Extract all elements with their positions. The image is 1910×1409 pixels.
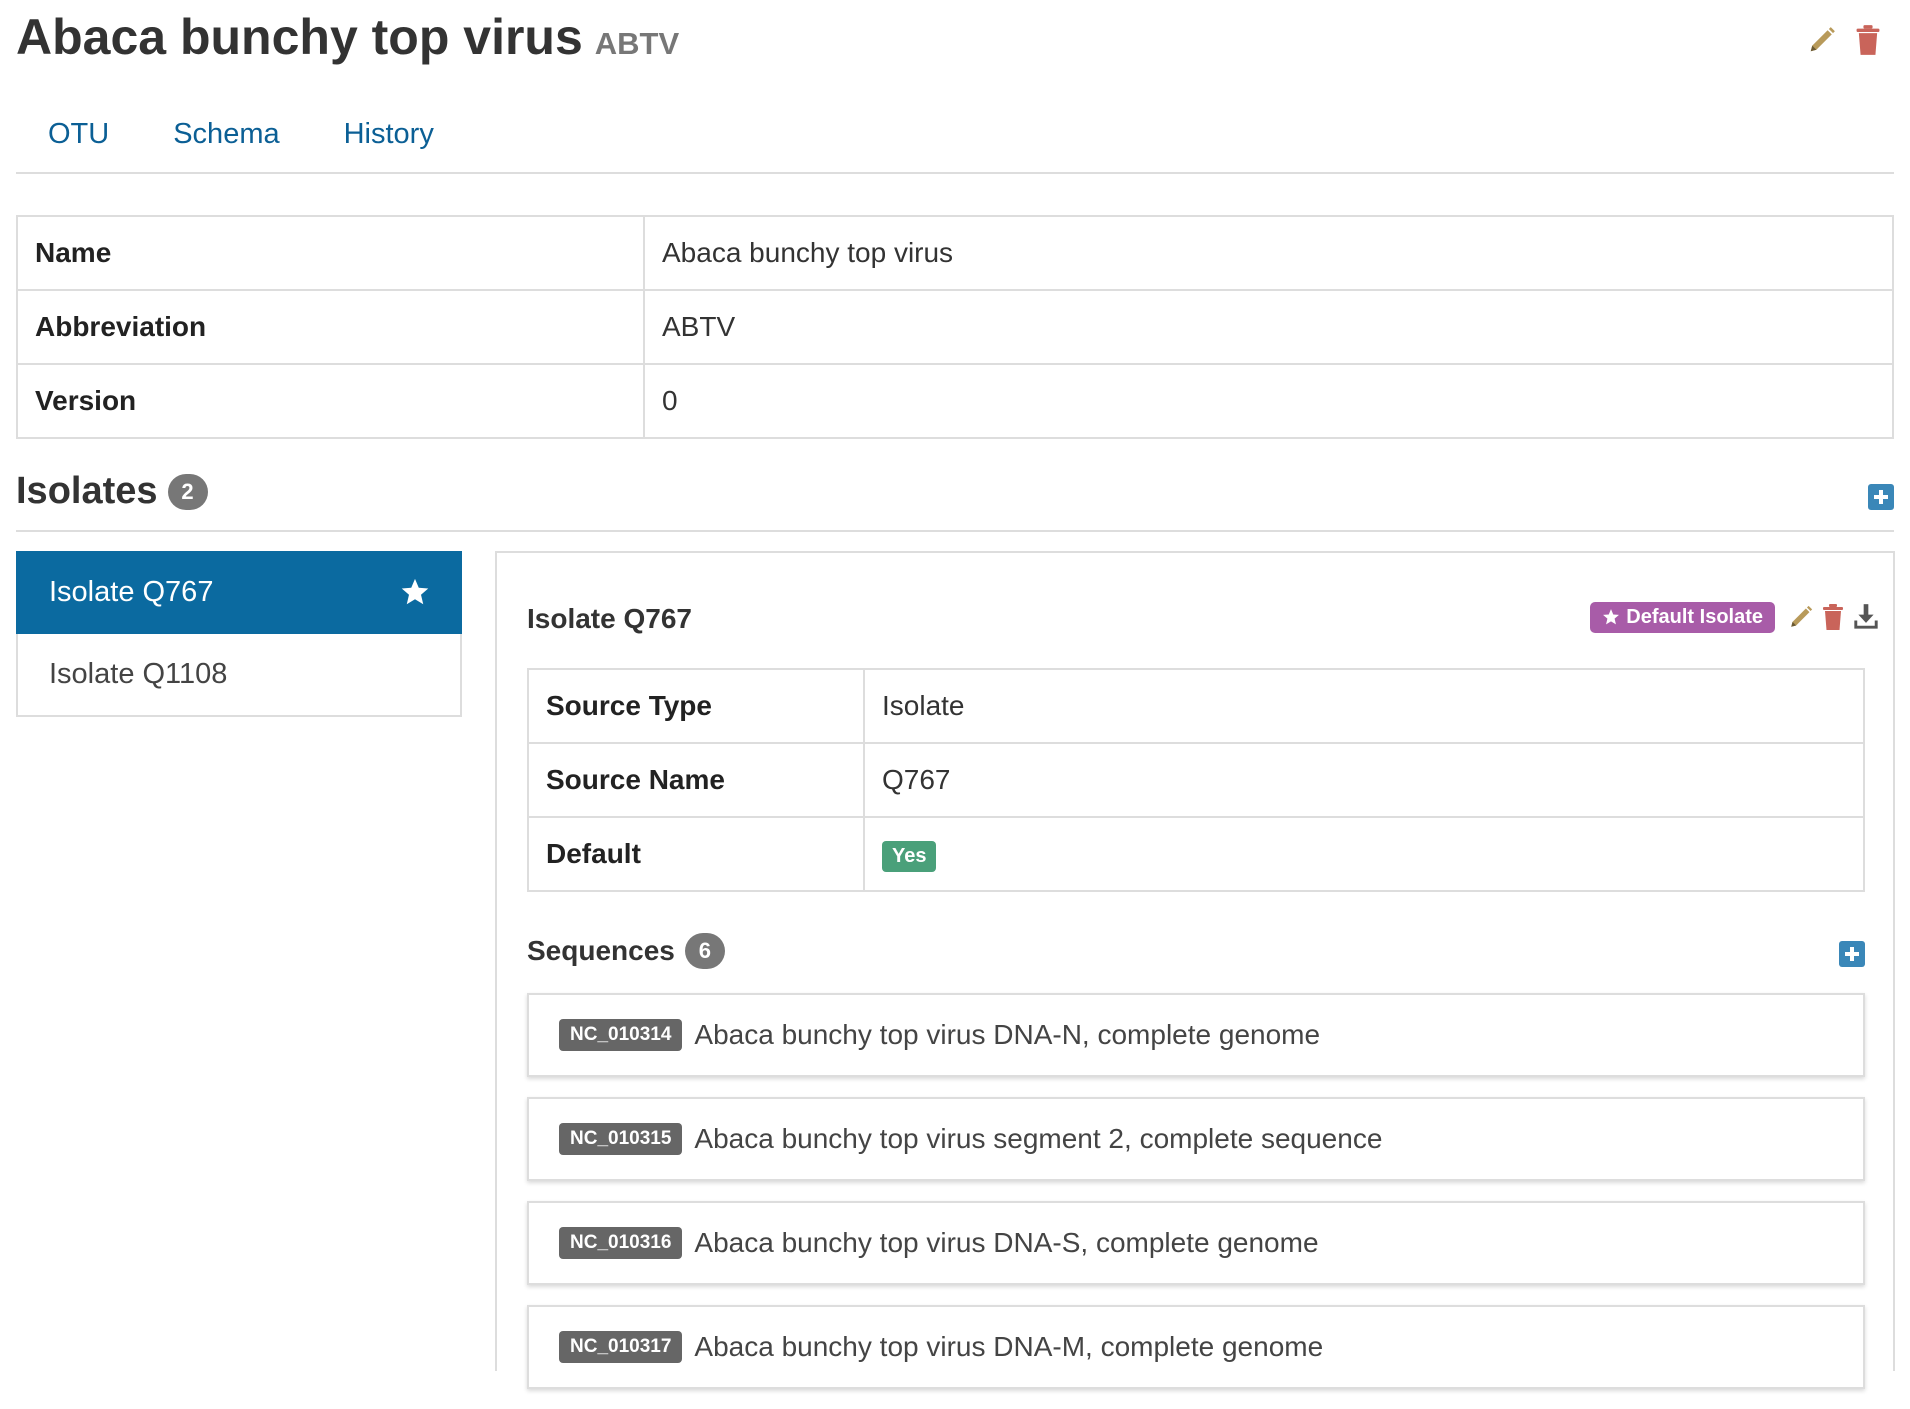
sequence-item[interactable]: NC_010315 Abaca bunchy top virus segment… [527,1097,1865,1181]
isolate-item-q1108[interactable]: Isolate Q1108 [16,634,462,717]
source-name-value: Q767 [863,742,1865,818]
trash-icon[interactable] [1819,601,1847,633]
sequences-count-badge: 6 [684,933,725,969]
abbreviation-value: ABTV [643,289,1894,365]
tab-history[interactable]: History [312,110,466,172]
isolates-title-text: Isolates [16,470,158,512]
sequence-definition: Abaca bunchy top virus segment 2, comple… [694,1123,1383,1154]
source-name-key: Source Name [527,742,865,818]
source-type-value: Isolate [863,668,1865,744]
star-icon [1603,609,1620,625]
version-key: Version [16,363,645,439]
sequence-item[interactable]: NC_010316 Abaca bunchy top virus DNA-S, … [527,1201,1865,1285]
isolate-item-label: Isolate Q767 [49,576,214,608]
default-yes-badge: Yes [882,840,937,872]
sequences-header: Sequences 6 [527,933,1865,973]
abbreviation-key: Abbreviation [16,289,645,365]
pencil-icon[interactable] [1787,601,1815,633]
sequences-title-text: Sequences [527,935,675,966]
table-row: Name Abaca bunchy top virus [16,215,1894,291]
isolates-header: Isolates 2 [16,470,1894,532]
add-isolate-plus-square-icon[interactable] [1868,484,1894,510]
download-icon[interactable] [1851,601,1881,633]
star-icon [400,577,430,615]
sequence-list: NC_010314 Abaca bunchy top virus DNA-N, … [527,993,1865,1409]
sequence-item[interactable]: NC_010314 Abaca bunchy top virus DNA-N, … [527,993,1865,1077]
isolates-count-badge: 2 [167,473,208,510]
isolate-detail-panel: Isolate Q767 Default Isolate Source Type… [495,551,1895,1389]
accession-badge: NC_010316 [559,1227,683,1259]
header-actions [1804,22,1886,58]
default-isolate-label: Default Isolate [1590,601,1775,633]
isolate-info-table: Source Type Isolate Source Name Q767 Def… [527,668,1865,892]
isolate-item-q767[interactable]: Isolate Q767 [16,551,462,634]
accession-badge: NC_010315 [559,1123,683,1155]
sequence-definition: Abaca bunchy top virus DNA-N, complete g… [694,1019,1321,1050]
trash-icon[interactable] [1850,22,1886,58]
sequence-item[interactable]: NC_010317 Abaca bunchy top virus DNA-M, … [527,1305,1865,1389]
accession-badge: NC_010314 [559,1019,683,1051]
page-title: Abaca bunchy top virus [16,9,583,65]
isolate-item-label: Isolate Q1108 [49,658,228,690]
sequence-definition: Abaca bunchy top virus DNA-M, complete g… [694,1331,1324,1362]
table-row: Source Type Isolate [527,668,1865,744]
isolates-title: Isolates 2 [16,470,208,513]
table-row: Source Name Q767 [527,742,1865,818]
name-value: Abaca bunchy top virus [643,215,1894,291]
isolate-actions: Default Isolate [1590,601,1881,633]
sequence-definition: Abaca bunchy top virus DNA-S, complete g… [694,1227,1319,1258]
otu-abbreviation: ABTV [594,26,680,61]
page-header: Abaca bunchy top virus ABTV [16,8,679,66]
default-key: Default [527,816,865,892]
sequences-title: Sequences 6 [527,933,725,969]
table-row: Default Yes [527,816,1865,892]
isolate-list: Isolate Q767 Isolate Q1108 [16,551,462,717]
add-sequence-plus-square-icon[interactable] [1839,941,1865,967]
accession-badge: NC_010317 [559,1331,683,1363]
isolate-detail-title: Isolate Q767 [527,603,692,634]
otu-detail-page: Abaca bunchy top virus ABTV OTU Schema H… [0,0,1910,1389]
tab-schema[interactable]: Schema [141,110,311,172]
tab-otu[interactable]: OTU [16,110,141,172]
tab-bar: OTU Schema History [16,110,1894,174]
default-value: Yes [863,816,1865,892]
version-value: 0 [643,363,1894,439]
source-type-key: Source Type [527,668,865,744]
table-row: Version 0 [16,363,1894,439]
default-isolate-label-text: Default Isolate [1626,605,1763,628]
otu-info-table: Name Abaca bunchy top virus Abbreviation… [16,215,1894,439]
table-row: Abbreviation ABTV [16,289,1894,365]
name-key: Name [16,215,645,291]
pencil-icon[interactable] [1804,22,1840,58]
